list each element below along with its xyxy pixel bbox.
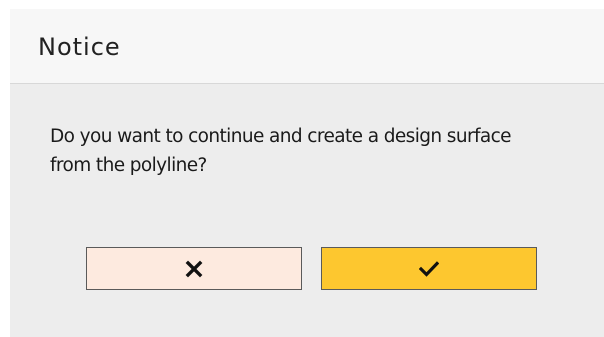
dialog-title: Notice (38, 33, 121, 61)
x-icon (185, 260, 203, 278)
cancel-button[interactable] (86, 247, 302, 290)
checkmark-icon (419, 260, 439, 277)
dialog-header: Notice (10, 9, 604, 84)
confirm-button[interactable] (321, 247, 537, 290)
notice-dialog: Notice Do you want to continue and creat… (10, 9, 604, 337)
dialog-message: Do you want to continue and create a des… (50, 126, 512, 176)
